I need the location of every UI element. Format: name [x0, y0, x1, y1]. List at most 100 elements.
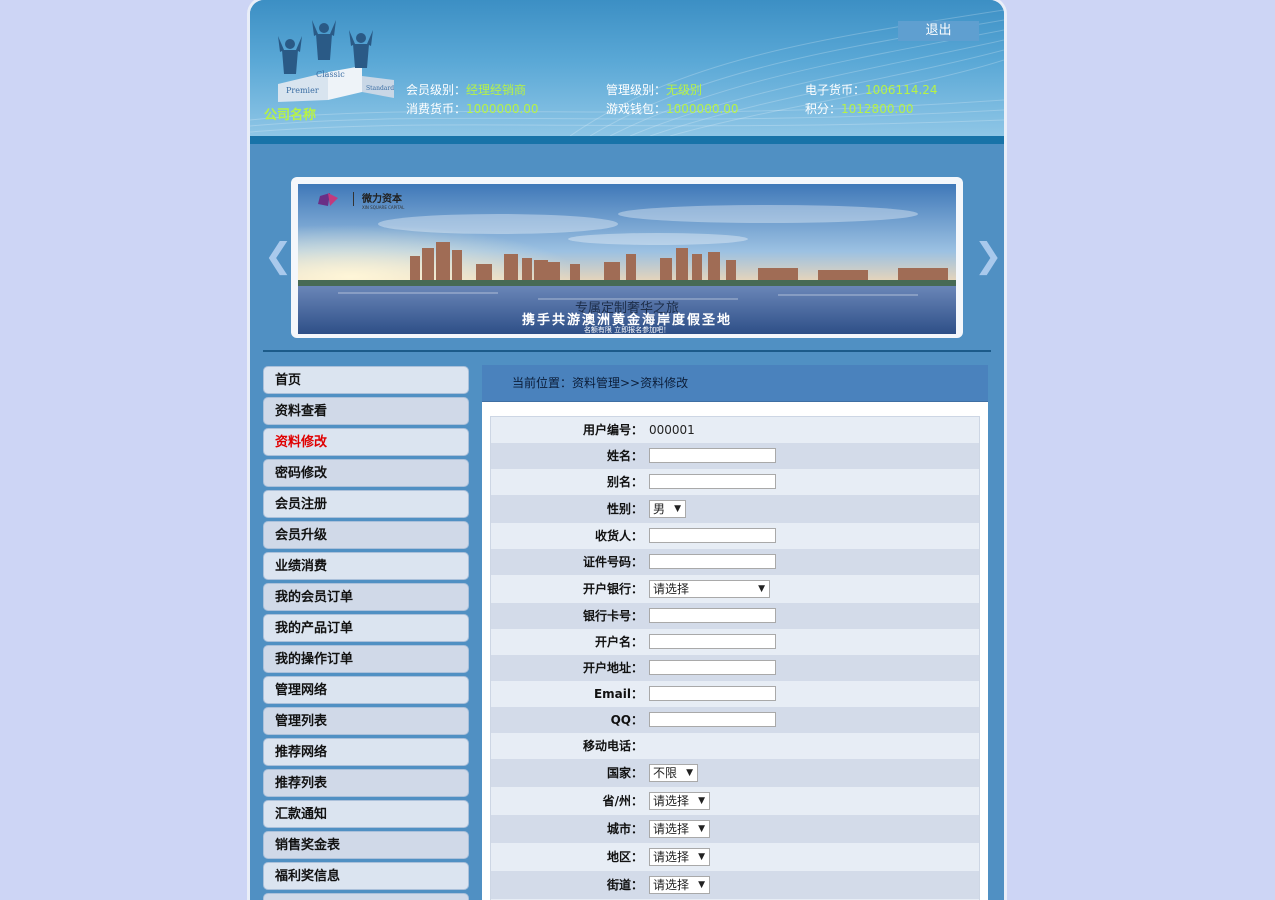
section-divider	[263, 350, 991, 352]
stat-consume: 消费货币：1000000.00	[406, 100, 539, 117]
dropdown-arrow-icon: ▼	[758, 584, 765, 594]
form-row-alias: 别名：	[491, 469, 979, 495]
stat-value: 1000000.00	[466, 102, 539, 116]
sidebar-nav: 首页 资料查看 资料修改 密码修改 会员注册 会员升级 业绩消费 我的会员订单 …	[263, 366, 471, 900]
sidebar-item-profile-view[interactable]: 资料查看	[263, 397, 469, 425]
province-label: 省/州：	[602, 794, 643, 808]
company-name: 公司名称	[264, 108, 317, 123]
sidebar-item-referral-network[interactable]: 推荐网络	[263, 738, 469, 766]
email-field[interactable]	[649, 686, 776, 701]
stat-label: 电子货币：	[805, 83, 866, 97]
qq-field[interactable]	[649, 712, 776, 727]
sidebar-item-upgrade[interactable]: 会员升级	[263, 521, 469, 549]
form-row-gender: 性别： 男 ▼	[491, 495, 979, 523]
stat-manage-level: 管理级别：无级别	[606, 81, 702, 98]
id-number-field[interactable]	[649, 554, 776, 569]
country-label: 国家：	[606, 766, 643, 780]
province-select[interactable]: 请选择 ▼	[649, 792, 710, 810]
logout-button[interactable]: 退出	[898, 21, 979, 41]
card-number-field[interactable]	[649, 608, 776, 623]
form-row-card: 银行卡号：	[491, 603, 979, 629]
bank-label: 开户银行：	[582, 582, 643, 596]
sidebar-item-performance[interactable]: 业绩消费	[263, 552, 469, 580]
sidebar-item-operation-orders[interactable]: 我的操作订单	[263, 645, 469, 673]
sidebar-item-more[interactable]	[263, 893, 469, 900]
mobile-label: 移动电话：	[582, 739, 643, 753]
banner-artwork: 微力资本 XIN SQUARE CAPITAL 专属定制奢华之旅 携手共游澳洲黄…	[298, 184, 956, 334]
dropdown-arrow-icon: ▼	[698, 824, 705, 834]
receiver-label: 收货人：	[594, 529, 643, 543]
banner-image[interactable]: 微力资本 XIN SQUARE CAPITAL 专属定制奢华之旅 携手共游澳洲黄…	[298, 184, 956, 334]
province-selected-value: 请选择	[653, 794, 690, 808]
form-row-bank: 开户银行： 请选择 ▼	[491, 575, 979, 603]
city-select[interactable]: 请选择 ▼	[649, 820, 710, 838]
sidebar-item-member-orders[interactable]: 我的会员订单	[263, 583, 469, 611]
form-row-receiver: 收货人：	[491, 523, 979, 549]
chevron-right-icon: ❯	[974, 236, 1003, 276]
stat-value: 经理经销商	[466, 83, 527, 97]
country-select[interactable]: 不限 ▼	[649, 764, 698, 782]
stat-label: 消费货币：	[406, 102, 467, 116]
form-row-city: 城市： 请选择 ▼	[491, 815, 979, 843]
gender-label: 性别：	[606, 502, 643, 516]
street-label: 街道：	[606, 878, 643, 892]
sidebar-item-product-orders[interactable]: 我的产品订单	[263, 614, 469, 642]
street-select[interactable]: 请选择 ▼	[649, 876, 710, 894]
stat-label: 会员级别：	[406, 83, 467, 97]
svg-text:Premier: Premier	[286, 86, 319, 95]
stat-game-wallet: 游戏钱包：1000000.00	[606, 100, 739, 117]
email-label: Email：	[593, 687, 643, 701]
logo: Premier Classic Standard	[266, 14, 396, 106]
city-label: 城市：	[606, 822, 643, 836]
sidebar-item-sales-bonus[interactable]: 销售奖金表	[263, 831, 469, 859]
header-bottom-bar	[250, 136, 1004, 144]
svg-text:名额有限 立即报名参加吧！: 名额有限 立即报名参加吧！	[584, 325, 670, 334]
bank-address-label: 开户地址：	[582, 661, 643, 675]
card-label: 银行卡号：	[582, 609, 643, 623]
district-label: 地区：	[606, 850, 643, 864]
receiver-field[interactable]	[649, 528, 776, 543]
user-id-value: 000001	[649, 423, 695, 437]
user-id-label: 用户编号：	[582, 423, 643, 437]
stat-value: 1006114.24	[865, 83, 938, 97]
alias-label: 别名：	[606, 475, 643, 489]
district-select[interactable]: 请选择 ▼	[649, 848, 710, 866]
breadcrumb: 当前位置：资料管理>>资料修改	[482, 365, 988, 402]
sidebar-item-manage-list[interactable]: 管理列表	[263, 707, 469, 735]
gender-select[interactable]: 男 ▼	[649, 500, 686, 518]
banner-prev-button[interactable]: ❮	[264, 236, 293, 276]
sidebar-item-register[interactable]: 会员注册	[263, 490, 469, 518]
name-field[interactable]	[649, 448, 776, 463]
sidebar-item-profile-edit[interactable]: 资料修改	[263, 428, 469, 456]
sidebar-item-password[interactable]: 密码修改	[263, 459, 469, 487]
stat-ecash: 电子货币：1006114.24	[805, 81, 938, 98]
city-selected-value: 请选择	[653, 822, 690, 836]
stat-label: 游戏钱包：	[606, 102, 667, 116]
podium-logo-icon: Premier Classic Standard	[278, 20, 394, 102]
sidebar-item-referral-list[interactable]: 推荐列表	[263, 769, 469, 797]
form-row-street: 街道： 请选择 ▼	[491, 871, 979, 899]
gender-selected-value: 男	[653, 502, 666, 516]
stat-value: 1000000.00	[666, 102, 739, 116]
bank-select[interactable]: 请选择 ▼	[649, 580, 770, 598]
bank-address-field[interactable]	[649, 660, 776, 675]
form-row-email: Email：	[491, 681, 979, 707]
stat-value: 无级别	[666, 83, 703, 97]
account-name-field[interactable]	[649, 634, 776, 649]
sidebar-item-home[interactable]: 首页	[263, 366, 469, 394]
banner-next-button[interactable]: ❯	[974, 236, 1003, 276]
dropdown-arrow-icon: ▼	[674, 504, 681, 514]
dropdown-arrow-icon: ▼	[698, 880, 705, 890]
qq-label: QQ：	[610, 713, 643, 727]
form-row-qq: QQ：	[491, 707, 979, 733]
form-row-id-number: 证件号码：	[491, 549, 979, 575]
form-row-country: 国家： 不限 ▼	[491, 759, 979, 787]
form-row-account-name: 开户名：	[491, 629, 979, 655]
header: Premier Classic Standard 公司名称 退出 会员级别：经理…	[250, 0, 1004, 136]
sidebar-item-remittance[interactable]: 汇款通知	[263, 800, 469, 828]
alias-field[interactable]	[649, 474, 776, 489]
svg-text:Classic: Classic	[316, 70, 345, 79]
form-row-province: 省/州： 请选择 ▼	[491, 787, 979, 815]
sidebar-item-manage-network[interactable]: 管理网络	[263, 676, 469, 704]
sidebar-item-welfare-bonus[interactable]: 福利奖信息	[263, 862, 469, 890]
